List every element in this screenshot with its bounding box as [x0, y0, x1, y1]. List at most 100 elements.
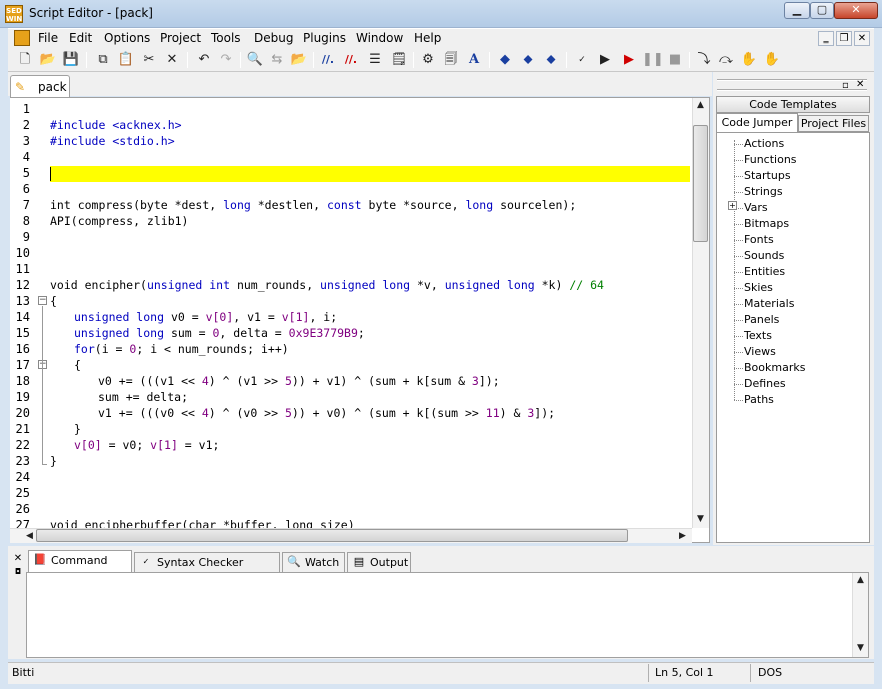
cursor-position: Ln 5, Col 1 — [655, 666, 714, 679]
tab-code-jumper[interactable]: Code Jumper — [716, 113, 798, 133]
menu-help[interactable]: Help — [411, 31, 444, 45]
menu-project[interactable]: Project — [157, 31, 204, 45]
hand-icon[interactable]: ✋ — [739, 51, 759, 69]
tree-item-materials[interactable]: Materials — [744, 297, 794, 310]
bookmark-icon[interactable]: ◆ — [495, 51, 515, 69]
code-text-area[interactable]: #include <acknex.h> #include <stdio.h> i… — [50, 98, 690, 528]
mdi-restore-button[interactable]: ❐ — [836, 31, 852, 46]
tab-output[interactable]: ▤ Output — [347, 552, 411, 572]
bookmark-next-icon[interactable]: ⬥ — [518, 51, 538, 69]
toolbar-separator — [86, 52, 87, 68]
tree-item-bookmarks[interactable]: Bookmarks — [744, 361, 805, 374]
minimize-button[interactable]: ▁ — [784, 2, 810, 19]
open-folder-icon[interactable]: 📂 — [38, 51, 58, 69]
build-icon[interactable]: ⚙ — [418, 51, 438, 69]
tree-item-startups[interactable]: Startups — [744, 169, 791, 182]
find-replace-icon[interactable]: ⇆ — [267, 51, 287, 69]
tree-item-fonts[interactable]: Fonts — [744, 233, 774, 246]
mdi-minimize-button[interactable]: ‗ — [818, 31, 834, 46]
save-icon[interactable]: 💾 — [61, 51, 81, 69]
tree-item-actions[interactable]: Actions — [744, 137, 784, 150]
bookmark-prev-icon[interactable]: ⬥ — [541, 51, 561, 69]
scroll-right-icon[interactable]: ▶ — [675, 529, 690, 544]
tree-item-vars[interactable]: Vars — [744, 201, 768, 214]
code-line-12: void encipher(unsigned int num_rounds, u… — [50, 278, 604, 292]
menu-tools[interactable]: Tools — [208, 31, 244, 45]
font-icon[interactable]: A — [464, 51, 484, 69]
undo-icon[interactable]: ↶ — [194, 51, 214, 69]
uncomment-icon[interactable]: //. — [341, 51, 361, 69]
panel-close-icon[interactable]: ✕ — [856, 79, 864, 90]
tree-item-strings[interactable]: Strings — [744, 185, 783, 198]
horizontal-scroll-thumb[interactable] — [36, 529, 628, 542]
step-over-icon[interactable]: ⤼ — [716, 51, 736, 69]
menu-plugins[interactable]: Plugins — [300, 31, 349, 45]
tree-item-panels[interactable]: Panels — [744, 313, 779, 326]
scroll-up-icon[interactable]: ▲ — [693, 98, 708, 113]
document-icon[interactable] — [14, 30, 30, 46]
run-debug-icon[interactable]: ▶ — [619, 51, 639, 69]
menu-file[interactable]: File — [35, 31, 61, 45]
toolbar-separator — [187, 52, 188, 68]
check-icon[interactable]: ▶ — [595, 51, 615, 69]
tree-item-entities[interactable]: Entities — [744, 265, 785, 278]
code-line-15: unsigned long sum = 0, delta = 0x9E3779B… — [74, 326, 365, 340]
menu-window[interactable]: Window — [353, 31, 406, 45]
code-line-8: API(compress, zlib1) — [50, 214, 189, 228]
tab-pack[interactable]: ✎ pack — [10, 75, 70, 97]
tab-syntax-checker-results[interactable]: ✓ Syntax Checker Results — [134, 552, 280, 588]
tab-watch[interactable]: 🔍 Watch — [282, 552, 345, 572]
find-icon[interactable]: 🔍 — [245, 51, 265, 69]
scroll-down-icon[interactable]: ▼ — [693, 512, 708, 527]
step-into-icon[interactable]: ⤵ — [694, 51, 714, 69]
menu-options[interactable]: Options — [101, 31, 153, 45]
tab-label: Output — [370, 556, 409, 569]
syntax-check-icon[interactable]: ✓ — [572, 51, 592, 69]
close-button[interactable]: ✕ — [834, 2, 878, 19]
redo-icon[interactable]: ↷ — [216, 51, 236, 69]
command-help-content[interactable] — [26, 572, 869, 658]
code-templates-button[interactable]: Code Templates — [716, 96, 870, 113]
tree-item-functions[interactable]: Functions — [744, 153, 797, 166]
fold-toggle-icon[interactable]: − — [38, 296, 47, 305]
open-folder-arrow-icon[interactable]: 📂 — [289, 51, 309, 69]
menu-edit[interactable]: Edit — [66, 31, 95, 45]
bottom-panel-pin-icon[interactable]: ◘ — [12, 567, 24, 579]
scroll-down-icon[interactable]: ▼ — [853, 641, 868, 656]
expand-vars-icon[interactable]: + — [728, 201, 737, 210]
copy-icon[interactable]: ⧉ — [93, 51, 113, 69]
app-icon[interactable]: SED WIN — [5, 5, 23, 23]
tree-item-defines[interactable]: Defines — [744, 377, 786, 390]
code-line-21: } — [74, 422, 81, 436]
scroll-up-icon[interactable]: ▲ — [853, 573, 868, 588]
delete-icon[interactable]: ✕ — [162, 51, 182, 69]
menu-debug[interactable]: Debug — [251, 31, 296, 45]
tab-command-help[interactable]: 📕 Command Help — [28, 550, 132, 586]
notes-icon[interactable]: 🗒 — [389, 51, 409, 69]
compile-icon[interactable]: 🗐 — [441, 51, 461, 69]
maximize-button[interactable]: ▢ — [810, 2, 834, 19]
tree-item-bitmaps[interactable]: Bitmaps — [744, 217, 789, 230]
new-file-icon[interactable]: 🗋 — [15, 51, 35, 69]
output-icon: ▤ — [353, 555, 365, 568]
vertical-scroll-thumb[interactable] — [693, 125, 708, 242]
line-number: 4 — [22, 150, 30, 164]
tab-project-files[interactable]: Project Files — [798, 115, 869, 132]
tree-item-sounds[interactable]: Sounds — [744, 249, 784, 262]
mdi-close-button[interactable]: ✕ — [854, 31, 870, 46]
hand-grab-icon[interactable]: ✋ — [762, 51, 782, 69]
paste-icon[interactable]: 📋 — [116, 51, 136, 69]
pause-icon[interactable]: ❚❚ — [642, 51, 664, 69]
cut-icon[interactable]: ✂ — [139, 51, 159, 69]
tree-item-views[interactable]: Views — [744, 345, 776, 358]
stop-icon[interactable]: ■ — [665, 51, 685, 69]
output-scrollbar[interactable]: ▲ ▼ — [852, 573, 868, 657]
indent-icon[interactable]: ☰ — [365, 51, 385, 69]
comment-icon[interactable]: //. — [318, 51, 338, 69]
tree-item-paths[interactable]: Paths — [744, 393, 774, 406]
panel-float-icon[interactable]: ▫ — [842, 80, 849, 91]
scroll-left-icon[interactable]: ◀ — [22, 529, 37, 544]
tree-item-skies[interactable]: Skies — [744, 281, 773, 294]
tree-item-texts[interactable]: Texts — [744, 329, 772, 342]
bottom-panel-close-icon[interactable]: ✕ — [12, 553, 24, 565]
